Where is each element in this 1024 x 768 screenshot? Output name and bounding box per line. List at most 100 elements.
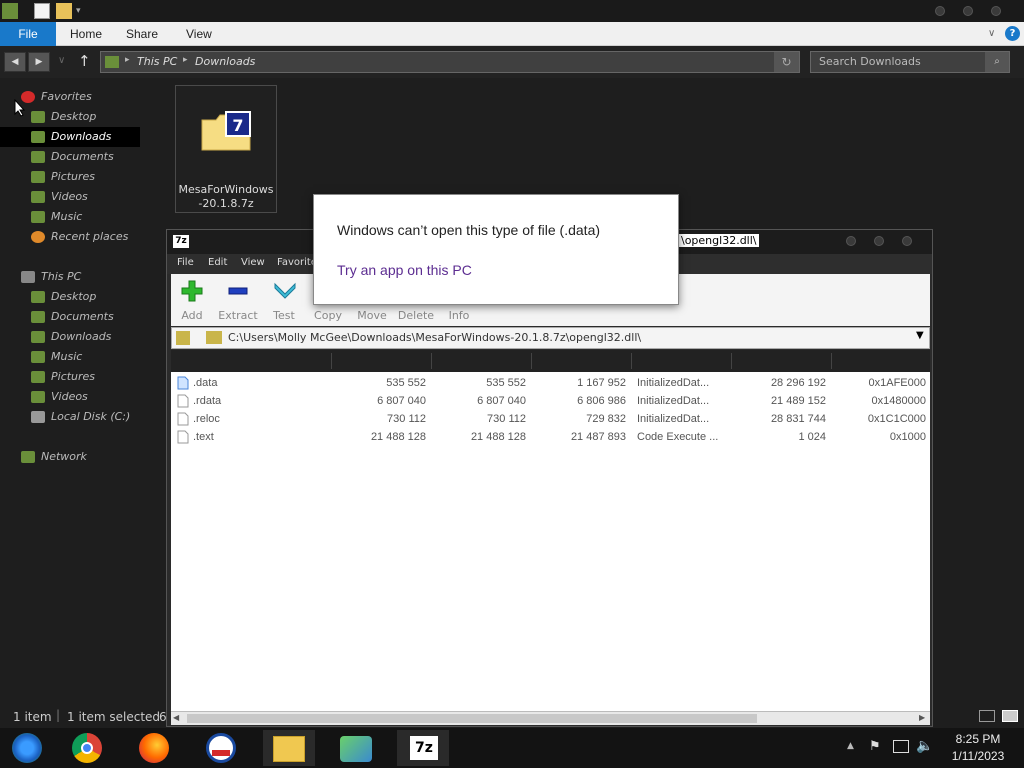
folder-icon [31, 371, 45, 383]
sevenzip-path-bar[interactable]: C:\Users\Molly McGee\Downloads\MesaForWi… [171, 327, 930, 349]
menu-view[interactable]: View [241, 257, 265, 268]
minimize-button[interactable] [935, 6, 945, 16]
clock-time[interactable]: 8:25 PM [940, 732, 1016, 746]
breadcrumb-downloads[interactable]: Downloads [195, 55, 255, 68]
menu-edit[interactable]: Edit [208, 257, 227, 268]
details-view-icon[interactable] [979, 710, 995, 722]
7zip-icon: 7z [410, 736, 438, 760]
table-row[interactable]: .text 21 488 128 21 488 128 21 487 893 C… [171, 429, 930, 447]
network-tray-icon[interactable] [893, 740, 909, 753]
table-row[interactable]: .rdata 6 807 040 6 807 040 6 806 986 Ini… [171, 393, 930, 411]
column-headers [171, 350, 930, 372]
nav-pc-local-disk[interactable]: Local Disk (C:) [0, 407, 160, 427]
add-button[interactable]: Add [169, 274, 215, 326]
scroll-left-icon[interactable]: ◀ [173, 713, 179, 722]
drive-icon [31, 411, 45, 423]
folder-icon [31, 291, 45, 303]
nav-this-pc[interactable]: This PC [0, 267, 160, 287]
nav-item-music[interactable]: Music [0, 207, 160, 227]
tab-home[interactable]: Home [70, 22, 102, 46]
nav-pc-pictures[interactable]: Pictures [0, 367, 160, 387]
taskbar-chrome[interactable] [62, 730, 114, 766]
nav-pc-desktop[interactable]: Desktop [0, 287, 160, 307]
sevenzip-maximize-button[interactable] [874, 236, 884, 246]
menu-file[interactable]: File [177, 257, 194, 268]
check-icon [274, 282, 296, 299]
nav-item-videos[interactable]: Videos [0, 187, 160, 207]
search-icon[interactable]: ⌕ [985, 52, 1009, 72]
back-button[interactable]: ◀ [4, 52, 26, 72]
start-button[interactable] [2, 730, 54, 766]
address-bar[interactable]: ▸ This PC ▸ Downloads ↻ [100, 51, 800, 73]
sevenzip-minimize-button[interactable] [846, 236, 856, 246]
chrome-icon [72, 733, 102, 763]
windows-orb-icon [12, 733, 42, 763]
horizontal-scrollbar[interactable]: ◀ ▶ [171, 711, 930, 725]
new-folder-icon[interactable] [56, 3, 72, 19]
close-button[interactable] [991, 6, 1001, 16]
folder-icon [31, 391, 45, 403]
folder-icon [31, 131, 45, 143]
scroll-right-icon[interactable]: ▶ [919, 713, 925, 722]
open-with-popup: Windows can’t open this type of file (.d… [313, 194, 679, 305]
chevron-down-icon[interactable]: ▼ [916, 330, 924, 341]
svg-text:7: 7 [232, 116, 243, 135]
try-app-link[interactable]: Try an app on this PC [337, 262, 472, 278]
show-hidden-icons-icon[interactable]: ▲ [847, 741, 854, 751]
help-icon[interactable]: ? [1005, 26, 1020, 41]
folder-up-icon[interactable] [176, 331, 190, 345]
table-row[interactable]: .data 535 552 535 552 1 167 952 Initiali… [171, 375, 930, 393]
recent-places-icon [31, 231, 45, 243]
extract-button[interactable]: Extract [215, 274, 261, 326]
folder-icon [206, 331, 222, 344]
nav-pc-videos[interactable]: Videos [0, 387, 160, 407]
file-item-7z[interactable]: 7 MesaForWindows-20.1.8.7z [175, 85, 277, 213]
app-logo-icon [206, 733, 236, 763]
selection-size: 6 [159, 710, 167, 724]
7zip-logo-icon: 7z [173, 235, 189, 248]
file-icon [177, 394, 189, 408]
nav-item-recent-places[interactable]: Recent places [0, 227, 160, 247]
folder-icon [31, 111, 45, 123]
scrollbar-thumb[interactable] [187, 714, 757, 723]
table-row[interactable]: .reloc 730 112 730 112 729 832 Initializ… [171, 411, 930, 429]
clock-date[interactable]: 1/11/2023 [940, 749, 1016, 763]
minus-icon [228, 287, 248, 295]
test-button[interactable]: Test [261, 274, 307, 326]
tab-share[interactable]: Share [126, 22, 158, 46]
nav-item-downloads[interactable]: Downloads [0, 127, 140, 147]
nav-pc-music[interactable]: Music [0, 347, 160, 367]
taskbar-app[interactable] [196, 730, 248, 766]
folder-icon [31, 331, 45, 343]
flag-icon[interactable]: ⚑ [869, 739, 881, 754]
large-icons-view-icon[interactable] [1002, 710, 1018, 722]
tab-file[interactable]: File [0, 22, 56, 46]
selection-count: 1 item selected [67, 710, 161, 724]
folder-icon [31, 311, 45, 323]
chevron-down-icon[interactable]: ▾ [76, 3, 86, 19]
taskbar-firefox[interactable] [129, 730, 181, 766]
taskbar-file-explorer[interactable] [263, 730, 315, 766]
volume-icon[interactable]: 🔈 [916, 738, 933, 754]
people-icon [340, 736, 372, 762]
chevron-down-icon[interactable]: ∨ [988, 28, 995, 39]
nav-item-pictures[interactable]: Pictures [0, 167, 160, 187]
folder-icon [31, 171, 45, 183]
sevenzip-close-button[interactable] [902, 236, 912, 246]
nav-network[interactable]: Network [0, 447, 160, 467]
up-arrow-icon[interactable]: ↑ [78, 52, 91, 70]
nav-item-documents[interactable]: Documents [0, 147, 160, 167]
maximize-button[interactable] [963, 6, 973, 16]
forward-button[interactable]: ▶ [28, 52, 50, 72]
this-pc-icon [105, 56, 119, 68]
taskbar-7zip[interactable]: 7z [397, 730, 449, 766]
recent-locations-icon[interactable]: ∨ [58, 55, 65, 66]
properties-icon[interactable] [34, 3, 50, 19]
nav-pc-documents[interactable]: Documents [0, 307, 160, 327]
tab-view[interactable]: View [186, 22, 212, 46]
breadcrumb-this-pc[interactable]: This PC [137, 55, 177, 68]
taskbar-network-app[interactable] [330, 730, 382, 766]
search-input[interactable]: Search Downloads ⌕ [810, 51, 1010, 73]
nav-pc-downloads[interactable]: Downloads [0, 327, 160, 347]
refresh-icon[interactable]: ↻ [774, 52, 799, 72]
